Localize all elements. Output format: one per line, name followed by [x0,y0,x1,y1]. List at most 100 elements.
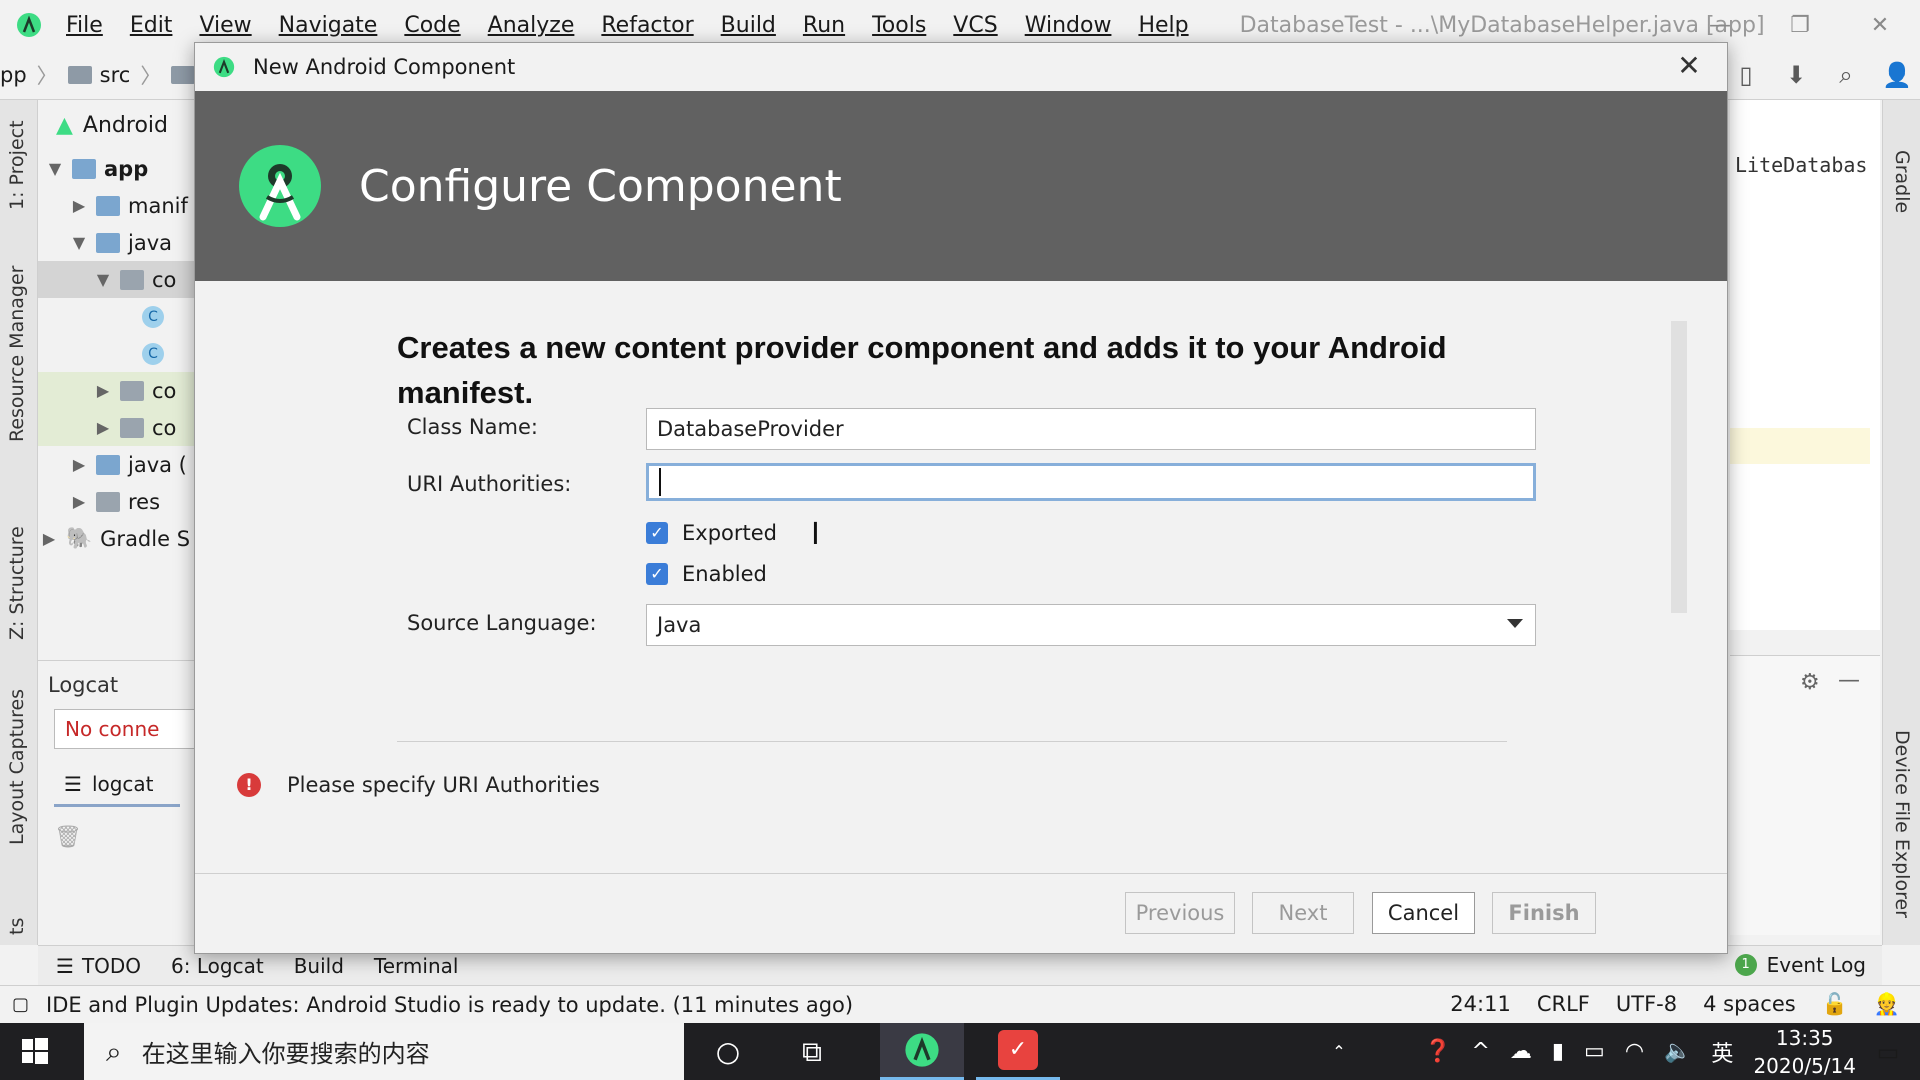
tool-tab-gradle[interactable]: Gradle [1891,150,1913,213]
menu-tools[interactable]: Tools [872,13,926,38]
cancel-button[interactable]: Cancel [1372,892,1475,934]
tree-item[interactable]: C [38,298,198,335]
inspector-icon[interactable]: 👷 [1874,992,1900,1017]
line-separator[interactable]: CRLF [1537,992,1590,1016]
tool-tab-resource-manager[interactable]: Resource Manager [6,266,28,442]
onedrive-icon[interactable]: ☁ [1510,1039,1532,1064]
search-everywhere-icon[interactable]: ⌕ [1832,61,1860,89]
breadcrumb-src[interactable]: src [67,63,130,87]
menu-navigate[interactable]: Navigate [279,13,378,38]
menu-build[interactable]: Build [721,13,776,38]
taskbar-android-studio[interactable] [880,1023,964,1080]
ime-indicator[interactable]: 英 [1711,1036,1733,1068]
tool-tab-device-file-explorer[interactable]: Device File Explorer [1891,730,1913,918]
expand-icon[interactable]: ▼ [92,270,114,289]
project-view-selector[interactable]: ▲ Android [38,100,198,150]
breadcrumb-app[interactable]: pp [0,63,27,87]
gear-icon[interactable]: ⚙ [1800,670,1820,695]
expand-icon[interactable]: ▶ [92,418,114,437]
tree-item[interactable]: ▶ java ( [38,446,198,483]
event-log-button[interactable]: 1 Event Log [1734,945,1866,985]
usb-device-icon[interactable]: ▮ [1552,1039,1564,1064]
device-manager-icon[interactable]: ▯ [1732,61,1760,89]
windows-start-icon[interactable] [22,1038,48,1064]
exported-checkbox[interactable]: ✓ Exported [646,521,777,545]
toggle-tool-windows-icon[interactable]: ▢ [12,994,29,1015]
menu-vcs[interactable]: VCS [953,13,997,38]
menu-window[interactable]: Window [1025,13,1112,38]
source-language-select[interactable]: Java [646,604,1536,646]
expand-icon[interactable]: ▶ [68,492,90,511]
cortana-icon[interactable]: ○ [700,1023,756,1080]
tree-item[interactable]: C [38,335,198,372]
clock[interactable]: 13:35 2020/5/14 [1753,1024,1856,1080]
enabled-checkbox[interactable]: ✓ Enabled [646,562,767,586]
android-studio-logo-icon [17,13,41,37]
indent-setting[interactable]: 4 spaces [1703,992,1796,1016]
notification-center-icon[interactable]: ▭ [1868,1023,1908,1080]
tree-item[interactable]: ▶ res [38,483,198,520]
taskbar-search-box[interactable]: ⌕ 在这里输入你要搜索的内容 [84,1023,684,1080]
tree-item[interactable]: ▶ 🐘 Gradle S [38,520,198,557]
menu-edit[interactable]: Edit [130,13,173,38]
tool-tab-structure[interactable]: Z: Structure [6,526,28,640]
dialog-scrollbar[interactable] [1671,321,1687,613]
tool-tab-terminal[interactable]: Terminal [374,954,459,978]
expand-icon[interactable]: ▼ [68,233,90,252]
menu-view[interactable]: View [199,13,251,38]
editor-area[interactable] [1730,100,1880,630]
tab-logcat[interactable]: ☰ logcat [54,763,180,807]
wifi-icon[interactable]: ◠ [1625,1039,1644,1064]
task-view-icon[interactable]: ⧉ [784,1023,840,1080]
menu-analyze[interactable]: Analyze [488,13,575,38]
next-button[interactable]: Next [1252,892,1354,934]
tool-tab-build[interactable]: Build [294,954,344,978]
android-studio-logo-icon [213,56,235,78]
device-select[interactable]: No conne [54,709,204,749]
volume-icon[interactable]: 🔈 [1664,1039,1691,1064]
taskbar-app[interactable]: ✓ [976,1023,1060,1080]
battery-icon[interactable]: ▭ [1584,1039,1605,1064]
taskbar-scroll-icon[interactable]: ⌃ [1324,1023,1354,1080]
show-hidden-icons-icon[interactable]: ^ [1471,1039,1489,1064]
class-name-input[interactable]: DatabaseProvider [646,408,1536,450]
minimize-button[interactable]: — [1680,13,1760,38]
account-icon[interactable]: 👤 [1882,61,1912,89]
class-name-label: Class Name: [407,415,538,439]
tree-item[interactable]: ▼ co [38,261,198,298]
menu-help[interactable]: Help [1138,13,1188,38]
tool-tab-build-variants[interactable]: ts [6,918,28,935]
expand-icon[interactable]: ▶ [68,196,90,215]
menu-code[interactable]: Code [404,13,460,38]
tree-item[interactable]: ▼ java [38,224,198,261]
previous-button[interactable]: Previous [1125,892,1235,934]
close-window-button[interactable]: ✕ [1840,13,1920,38]
minimize-panel-icon[interactable]: — [1838,668,1860,693]
lock-icon[interactable]: 🔓 [1822,992,1848,1017]
tool-tab-logcat[interactable]: 6: Logcat [171,954,264,978]
menu-file[interactable]: File [66,13,103,38]
trash-icon[interactable]: 🗑 [54,825,198,850]
caret-position[interactable]: 24:11 [1450,992,1511,1016]
menu-run[interactable]: Run [803,13,845,38]
help-icon[interactable]: ❓ [1424,1039,1451,1064]
sdk-manager-icon[interactable]: ⬇ [1782,61,1810,89]
tool-tab-todo[interactable]: TODO [82,954,141,978]
tree-item-app[interactable]: ▼ app [38,150,198,187]
tool-tab-layout-captures[interactable]: Layout Captures [6,689,28,845]
tool-tab-project[interactable]: 1: Project [6,120,28,210]
finish-button[interactable]: Finish [1492,892,1596,934]
dialog-close-button[interactable]: ✕ [1671,49,1707,82]
tree-item[interactable]: ▶ co [38,409,198,446]
expand-icon[interactable]: ▼ [44,159,66,178]
tree-item[interactable]: ▶ manif [38,187,198,224]
expand-icon[interactable]: ▶ [38,529,60,548]
menu-refactor[interactable]: Refactor [601,13,693,38]
uri-authorities-input[interactable] [646,463,1536,501]
file-encoding[interactable]: UTF-8 [1616,992,1677,1016]
expand-icon[interactable]: ▶ [92,381,114,400]
restore-button[interactable]: ❐ [1760,13,1840,38]
expand-icon[interactable]: ▶ [68,455,90,474]
status-message[interactable]: IDE and Plugin Updates: Android Studio i… [46,993,853,1017]
tree-item[interactable]: ▶ co [38,372,198,409]
